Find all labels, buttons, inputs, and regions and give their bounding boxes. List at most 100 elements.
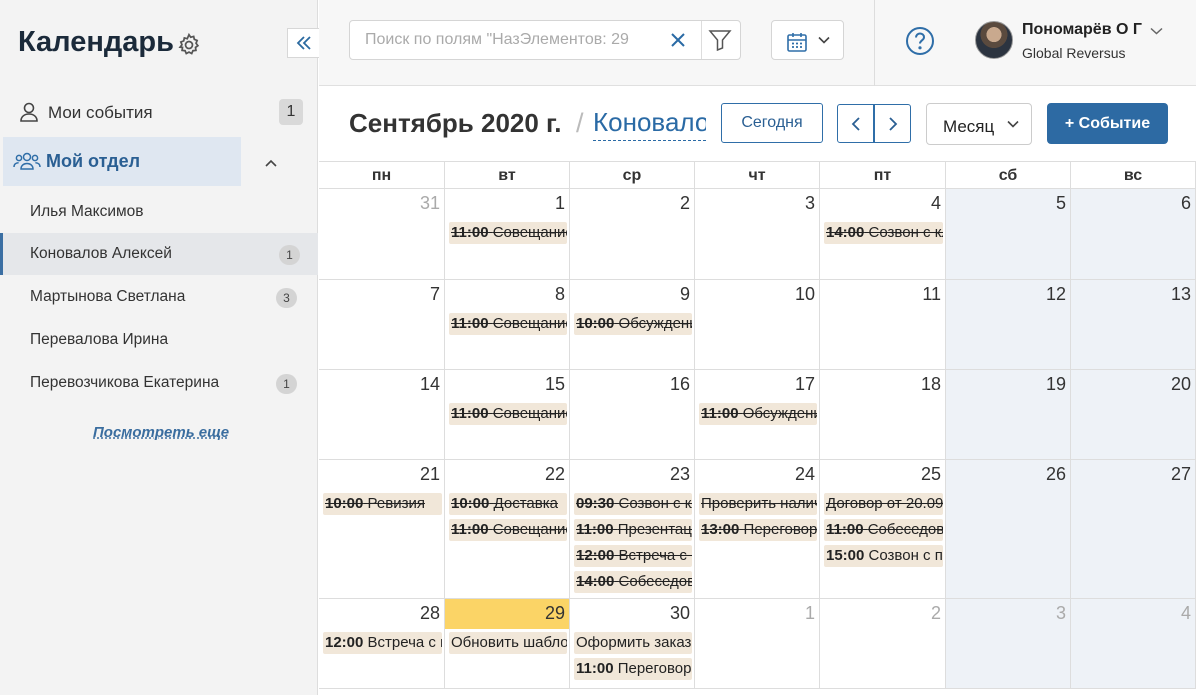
sidebar-person-perevozchikova[interactable]: Перевозчикова Екатерина 1 xyxy=(0,362,318,404)
calendar-day-cell[interactable]: 12 xyxy=(946,280,1071,369)
calendar-day-cell[interactable]: 2 xyxy=(570,189,695,279)
calendar-event[interactable]: 12:00 Встреча с клиентом xyxy=(323,632,442,654)
calendar-day-cell[interactable]: 30 Оформить заказ 11:00 Переговоры xyxy=(570,599,695,688)
chevron-right-icon xyxy=(888,116,898,131)
calendar-day-cell[interactable]: 5 xyxy=(946,189,1071,279)
calendar-event[interactable]: Договор от 20.09 xyxy=(824,493,943,515)
calendar-event[interactable]: 10:00 Обсуждение xyxy=(574,313,692,335)
calendar-day-cell[interactable]: 21 10:00 Ревизия xyxy=(319,460,445,598)
my-department-item[interactable]: Мой отдел xyxy=(3,137,241,186)
calendar-day-cell[interactable]: 14 xyxy=(319,370,445,459)
calendar-event[interactable]: 10:00 Доставка xyxy=(449,493,567,515)
person-name: Коновалов Алексей xyxy=(30,245,172,262)
add-event-button[interactable]: + Событие xyxy=(1047,103,1168,144)
event-title: Переговоры xyxy=(617,660,692,677)
calendar-day-cell[interactable]: 6 xyxy=(1071,189,1196,279)
calendar-event[interactable]: 11:00 Обсуждение xyxy=(699,403,817,425)
calendar-event[interactable]: 11:00 Совещание xyxy=(449,403,567,425)
calendar-day-cell[interactable]: 26 xyxy=(946,460,1071,598)
calendar-day-cell[interactable]: 31 xyxy=(319,189,445,279)
calendar-day-cell[interactable]: 13 xyxy=(1071,280,1196,369)
calendar-event[interactable]: 11:00 Совещание xyxy=(449,313,567,335)
chevron-down-icon[interactable] xyxy=(1150,27,1163,35)
previous-month-button[interactable] xyxy=(837,104,874,143)
calendar-day-cell[interactable]: 19 xyxy=(946,370,1071,459)
calendar-day-cell[interactable]: 25Договор от 20.0911:00 Собеседование15:… xyxy=(820,460,946,598)
today-button[interactable]: Сегодня xyxy=(721,103,823,143)
calendar-event[interactable]: Проверить наличие xyxy=(699,493,817,515)
day-number: 23 xyxy=(669,464,690,484)
sidebar-person-martynova[interactable]: Мартынова Светлана 3 xyxy=(0,276,318,318)
weekday-label: пн xyxy=(319,162,445,190)
calendar-day-cell[interactable]: 22 10:00 Доставка 11:00 Совещание xyxy=(445,460,570,598)
calendar-day-cell[interactable]: 4 14:00 Созвон с клиентом xyxy=(820,189,946,279)
calendar-day-cell[interactable]: 8 11:00 Совещание xyxy=(445,280,570,369)
view-select[interactable]: Месяц xyxy=(926,103,1032,145)
calendar-event[interactable]: 11:00 Переговоры xyxy=(574,658,692,680)
calendar-day-cell[interactable]: 28 12:00 Встреча с клиентом xyxy=(319,599,445,688)
calendar-event[interactable]: 11:00 Совещание xyxy=(449,222,567,244)
calendar-day-cell[interactable]: 1 xyxy=(695,599,820,688)
calendar-day-cell[interactable]: 10 xyxy=(695,280,820,369)
calendar-day-cell[interactable]: 9 10:00 Обсуждение xyxy=(570,280,695,369)
calendar-day-cell[interactable]: 24 Проверить наличие 13:00 Переговоры xyxy=(695,460,820,598)
calendar-event[interactable]: 15:00 Созвон с партнером xyxy=(824,545,943,567)
calendar-event[interactable]: Обновить шаблон xyxy=(449,632,567,654)
calendar-event[interactable]: 09:30 Созвон с клиентом xyxy=(574,493,692,515)
calendar-event[interactable]: 10:00 Ревизия xyxy=(323,493,442,515)
sidebar-person-konovalov[interactable]: Коновалов Алексей 1 xyxy=(0,233,318,275)
show-more-link[interactable]: Посмотреть еще xyxy=(93,424,229,441)
my-events-item[interactable]: Мои события 1 xyxy=(0,94,318,130)
event-title: Ревизия xyxy=(367,495,425,512)
calendar-week-row: 21 10:00 Ревизия 22 10:00 Доставка 11:00 Сов… xyxy=(319,460,1196,599)
calendar-event[interactable]: 12:00 Встреча с клиентом xyxy=(574,545,692,567)
calendar-event[interactable]: 11:00 Совещание xyxy=(449,519,567,541)
sidebar-person-perevalova[interactable]: Перевалова Ирина xyxy=(0,319,318,361)
title-separator: / xyxy=(576,108,584,138)
next-month-button[interactable] xyxy=(874,104,911,143)
selected-person-link[interactable]: Коновалов Алексей xyxy=(593,107,706,141)
search-input[interactable] xyxy=(350,21,670,59)
close-icon[interactable] xyxy=(668,30,688,50)
calendar-event[interactable]: Оформить заказ xyxy=(574,632,692,654)
event-time: 11:00 xyxy=(576,521,614,538)
chevron-up-icon[interactable] xyxy=(263,157,279,169)
day-number: 4 xyxy=(930,193,941,213)
calendar-event[interactable]: 11:00 Собеседование xyxy=(824,519,943,541)
calendar-day-today[interactable]: 29 Обновить шаблон xyxy=(445,599,570,688)
sidebar-person-maksimov[interactable]: Илья Максимов xyxy=(0,191,318,233)
day-number: 29 xyxy=(445,599,569,629)
event-title: Обсуждение xyxy=(742,405,817,422)
calendar-event[interactable]: 13:00 Переговоры xyxy=(699,519,817,541)
filter-icon[interactable] xyxy=(708,29,732,51)
gear-icon[interactable] xyxy=(176,32,202,58)
calendar-day-cell[interactable]: 4 xyxy=(1071,599,1196,688)
calendar-day-cell[interactable]: 20 xyxy=(1071,370,1196,459)
calendar-event[interactable]: 11:00 Презентация xyxy=(574,519,692,541)
calendar-day-cell[interactable]: 23 09:30 Созвон с клиентом 11:00 Презентац… xyxy=(570,460,695,598)
calendar-day-cell[interactable]: 3 xyxy=(946,599,1071,688)
calendar-day-cell[interactable]: 1 11:00 Совещание xyxy=(445,189,570,279)
calendar-day-cell[interactable]: 3 xyxy=(695,189,820,279)
calendar-day-cell[interactable]: 15 11:00 Совещание xyxy=(445,370,570,459)
calendar-event[interactable]: 14:00 Созвон с клиентом xyxy=(824,222,943,244)
calendar-day-cell[interactable]: 17 11:00 Обсуждение xyxy=(695,370,820,459)
collapse-sidebar-button[interactable] xyxy=(287,28,319,58)
calendar-picker-button[interactable] xyxy=(771,20,844,60)
divider xyxy=(701,21,702,59)
calendar-day-cell[interactable]: 27 xyxy=(1071,460,1196,598)
calendar-day-cell[interactable]: 2 xyxy=(820,599,946,688)
avatar[interactable] xyxy=(975,21,1013,59)
calendar-event[interactable]: 14:00 Собеседование xyxy=(574,571,692,593)
calendar-day-cell[interactable]: 16 xyxy=(570,370,695,459)
month-calendar: пн вт ср чт пт сб вс 31 1 11:00 Совещание 2 3 4 14:0… xyxy=(319,161,1196,695)
help-icon[interactable] xyxy=(905,26,935,56)
event-time: 15:00 xyxy=(826,547,865,564)
event-title: Собеседование xyxy=(618,573,692,590)
calendar-day-cell[interactable]: 11 xyxy=(820,280,946,369)
day-number: 7 xyxy=(429,284,440,304)
user-name[interactable]: Пономарёв О Г xyxy=(1022,21,1142,39)
event-time: 09:30 xyxy=(576,495,615,512)
calendar-day-cell[interactable]: 7 xyxy=(319,280,445,369)
calendar-day-cell[interactable]: 18 xyxy=(820,370,946,459)
